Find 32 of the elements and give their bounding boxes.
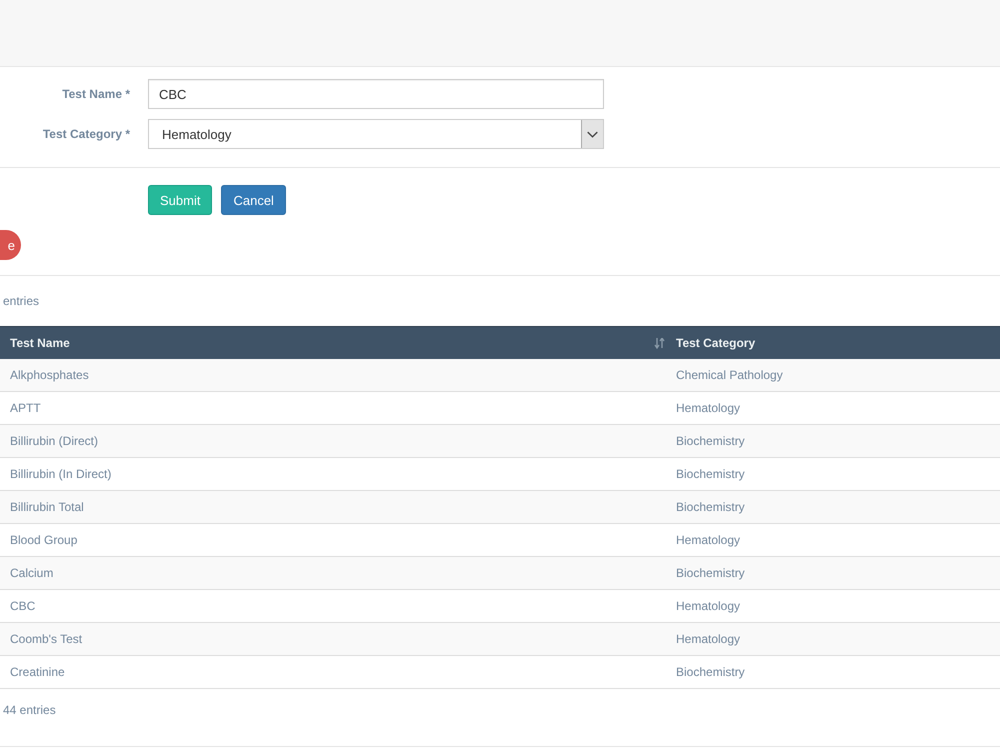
table-cell-text: Coomb's Test <box>9 631 84 648</box>
column-header[interactable]: Test Name <box>10 336 70 350</box>
table-cell-text: Biochemistry <box>675 664 746 681</box>
table-cell-text: APTT <box>9 400 42 417</box>
table-cell-text: Alkphosphates <box>9 367 90 384</box>
table-cell-text: Biochemistry <box>675 565 746 582</box>
field-label: Test Category * <box>42 127 130 141</box>
table-cell-text: Biochemistry <box>675 466 746 483</box>
table-cell-text: Billirubin (Direct) <box>9 433 100 450</box>
dropdown-field[interactable]: Hematology <box>148 119 604 149</box>
table-cell-text: Billirubin (In Direct) <box>9 466 112 483</box>
chevron-down-icon[interactable] <box>581 120 603 148</box>
text-field[interactable]: CBC <box>148 79 604 109</box>
entries-info: entries <box>2 294 40 308</box>
table-cell-text: Hematology <box>675 598 742 615</box>
table-cell-text: Hematology <box>675 631 742 648</box>
table-cell-text: Billirubin Total <box>9 499 85 516</box>
cancel-button[interactable]: Cancel <box>221 185 286 215</box>
sort-icon[interactable] <box>654 338 666 348</box>
action-button[interactable]: e <box>0 230 21 260</box>
table-cell-text: CBC <box>9 598 36 615</box>
table-cell-text: Calcium <box>9 565 54 582</box>
table-cell-text: Blood Group <box>9 532 78 549</box>
table-cell-text: Hematology <box>675 532 742 549</box>
table-cell-text: Biochemistry <box>675 433 746 450</box>
field-label: Test Name * <box>61 87 130 101</box>
table-cell-text: Creatinine <box>9 664 66 681</box>
table-cell-text: Chemical Pathology <box>675 367 784 384</box>
entries-info: 44 entries <box>2 703 57 717</box>
column-header[interactable]: Test Category <box>676 336 756 350</box>
table-cell-text: Hematology <box>675 400 742 417</box>
table-cell-text: Biochemistry <box>675 499 746 516</box>
